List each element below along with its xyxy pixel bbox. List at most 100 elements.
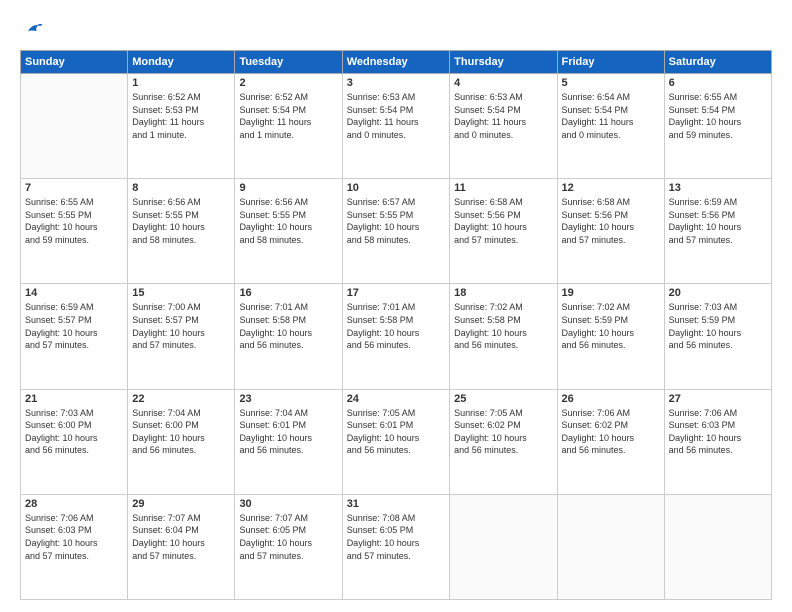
calendar-cell (21, 74, 128, 179)
bird-icon (22, 18, 44, 40)
calendar-cell: 12Sunrise: 6:58 AM Sunset: 5:56 PM Dayli… (557, 179, 664, 284)
calendar-cell: 8 Sunrise: 6:56 AM Sunset: 5:55 PM Daylig… (128, 179, 235, 284)
calendar-cell: 11 Sunrise: 6:58 AM Sunset: 5:56 PM Dayli… (450, 179, 557, 284)
day-info: Sunrise: 6:59 AM Sunset: 5:56 PM Dayligh… (669, 196, 767, 246)
day-info: Sunrise: 7:06 AM Sunset: 6:02 PM Dayligh… (562, 407, 660, 457)
day-header-sunday: Sunday (21, 51, 128, 74)
day-number: 21 (25, 393, 123, 405)
day-number: 14 (25, 287, 123, 299)
calendar-cell: 1 Sunrise: 6:52 AM Sunset: 5:53 PM Daylig… (128, 74, 235, 179)
day-info: Sunrise: 7:05 AM Sunset: 6:02 PM Dayligh… (454, 407, 552, 457)
day-number: 26 (562, 393, 660, 405)
day-number: 15 (132, 287, 230, 299)
header (20, 18, 772, 40)
day-info: Sunrise: 7:08 AM Sunset: 6:05 PM Dayligh… (347, 512, 445, 562)
calendar-week-row: 28 Sunrise: 7:06 AM Sunset: 6:03 PM Dayli… (21, 494, 772, 599)
day-header-thursday: Thursday (450, 51, 557, 74)
day-info: Sunrise: 7:04 AM Sunset: 6:00 PM Dayligh… (132, 407, 230, 457)
day-number: 16 (239, 287, 337, 299)
calendar-cell (557, 494, 664, 599)
calendar-week-row: 14 Sunrise: 6:59 AM Sunset: 5:57 PM Dayli… (21, 284, 772, 389)
calendar-cell: 25 Sunrise: 7:05 AM Sunset: 6:02 PM Dayli… (450, 389, 557, 494)
page: SundayMondayTuesdayWednesdayThursdayFrid… (0, 0, 792, 612)
day-info: Sunrise: 7:00 AM Sunset: 5:57 PM Dayligh… (132, 301, 230, 351)
day-info: Sunrise: 6:59 AM Sunset: 5:57 PM Dayligh… (25, 301, 123, 351)
day-info: Sunrise: 7:07 AM Sunset: 6:04 PM Dayligh… (132, 512, 230, 562)
day-number: 30 (239, 498, 337, 510)
calendar-cell: 29 Sunrise: 7:07 AM Sunset: 6:04 PM Dayli… (128, 494, 235, 599)
calendar-week-row: 21Sunrise: 7:03 AM Sunset: 6:00 PM Dayli… (21, 389, 772, 494)
calendar-cell: 31 Sunrise: 7:08 AM Sunset: 6:05 PM Dayli… (342, 494, 449, 599)
day-number: 31 (347, 498, 445, 510)
day-number: 18 (454, 287, 552, 299)
calendar-cell: 22 Sunrise: 7:04 AM Sunset: 6:00 PM Dayli… (128, 389, 235, 494)
calendar-cell: 27 Sunrise: 7:06 AM Sunset: 6:03 PM Dayli… (664, 389, 771, 494)
day-number: 20 (669, 287, 767, 299)
calendar-cell (450, 494, 557, 599)
day-number: 22 (132, 393, 230, 405)
day-number: 1 (132, 77, 230, 89)
day-number: 24 (347, 393, 445, 405)
day-number: 13 (669, 182, 767, 194)
day-number: 5 (562, 77, 660, 89)
logo (20, 18, 44, 40)
calendar-cell: 2Sunrise: 6:52 AM Sunset: 5:54 PM Daylig… (235, 74, 342, 179)
calendar-cell: 4 Sunrise: 6:53 AM Sunset: 5:54 PM Daylig… (450, 74, 557, 179)
day-info: Sunrise: 6:55 AM Sunset: 5:54 PM Dayligh… (669, 91, 767, 141)
day-header-tuesday: Tuesday (235, 51, 342, 74)
day-info: Sunrise: 6:56 AM Sunset: 5:55 PM Dayligh… (132, 196, 230, 246)
day-number: 23 (239, 393, 337, 405)
calendar-cell: 5Sunrise: 6:54 AM Sunset: 5:54 PM Daylig… (557, 74, 664, 179)
day-info: Sunrise: 7:06 AM Sunset: 6:03 PM Dayligh… (25, 512, 123, 562)
calendar-cell: 24Sunrise: 7:05 AM Sunset: 6:01 PM Dayli… (342, 389, 449, 494)
day-info: Sunrise: 7:01 AM Sunset: 5:58 PM Dayligh… (347, 301, 445, 351)
calendar-cell: 20 Sunrise: 7:03 AM Sunset: 5:59 PM Dayli… (664, 284, 771, 389)
day-number: 9 (239, 182, 337, 194)
day-number: 19 (562, 287, 660, 299)
day-number: 27 (669, 393, 767, 405)
calendar-cell: 19 Sunrise: 7:02 AM Sunset: 5:59 PM Dayli… (557, 284, 664, 389)
calendar-cell: 30 Sunrise: 7:07 AM Sunset: 6:05 PM Dayli… (235, 494, 342, 599)
calendar-cell: 14 Sunrise: 6:59 AM Sunset: 5:57 PM Dayli… (21, 284, 128, 389)
calendar-cell: 10 Sunrise: 6:57 AM Sunset: 5:55 PM Dayli… (342, 179, 449, 284)
day-info: Sunrise: 7:06 AM Sunset: 6:03 PM Dayligh… (669, 407, 767, 457)
day-info: Sunrise: 6:52 AM Sunset: 5:53 PM Dayligh… (132, 91, 230, 141)
day-header-saturday: Saturday (664, 51, 771, 74)
calendar-cell: 26 Sunrise: 7:06 AM Sunset: 6:02 PM Dayli… (557, 389, 664, 494)
day-info: Sunrise: 7:03 AM Sunset: 5:59 PM Dayligh… (669, 301, 767, 351)
calendar-cell: 28 Sunrise: 7:06 AM Sunset: 6:03 PM Dayli… (21, 494, 128, 599)
day-number: 7 (25, 182, 123, 194)
day-info: Sunrise: 7:02 AM Sunset: 5:58 PM Dayligh… (454, 301, 552, 351)
day-header-monday: Monday (128, 51, 235, 74)
calendar-cell: 15 Sunrise: 7:00 AM Sunset: 5:57 PM Dayli… (128, 284, 235, 389)
day-info: Sunrise: 6:55 AM Sunset: 5:55 PM Dayligh… (25, 196, 123, 246)
day-number: 29 (132, 498, 230, 510)
calendar-cell: 9 Sunrise: 6:56 AM Sunset: 5:55 PM Daylig… (235, 179, 342, 284)
day-info: Sunrise: 6:53 AM Sunset: 5:54 PM Dayligh… (454, 91, 552, 141)
calendar-table: SundayMondayTuesdayWednesdayThursdayFrid… (20, 50, 772, 600)
day-number: 3 (347, 77, 445, 89)
day-info: Sunrise: 6:56 AM Sunset: 5:55 PM Dayligh… (239, 196, 337, 246)
day-info: Sunrise: 7:07 AM Sunset: 6:05 PM Dayligh… (239, 512, 337, 562)
day-info: Sunrise: 6:57 AM Sunset: 5:55 PM Dayligh… (347, 196, 445, 246)
calendar-header-row: SundayMondayTuesdayWednesdayThursdayFrid… (21, 51, 772, 74)
calendar-cell: 18 Sunrise: 7:02 AM Sunset: 5:58 PM Dayli… (450, 284, 557, 389)
day-number: 4 (454, 77, 552, 89)
calendar-cell: 23 Sunrise: 7:04 AM Sunset: 6:01 PM Dayli… (235, 389, 342, 494)
day-number: 25 (454, 393, 552, 405)
calendar-week-row: 7 Sunrise: 6:55 AM Sunset: 5:55 PM Daylig… (21, 179, 772, 284)
day-info: Sunrise: 7:02 AM Sunset: 5:59 PM Dayligh… (562, 301, 660, 351)
day-info: Sunrise: 7:04 AM Sunset: 6:01 PM Dayligh… (239, 407, 337, 457)
day-number: 11 (454, 182, 552, 194)
day-header-wednesday: Wednesday (342, 51, 449, 74)
day-number: 28 (25, 498, 123, 510)
calendar-cell: 3 Sunrise: 6:53 AM Sunset: 5:54 PM Daylig… (342, 74, 449, 179)
calendar-cell (664, 494, 771, 599)
calendar-cell: 16Sunrise: 7:01 AM Sunset: 5:58 PM Dayli… (235, 284, 342, 389)
day-info: Sunrise: 6:58 AM Sunset: 5:56 PM Dayligh… (454, 196, 552, 246)
day-info: Sunrise: 6:58 AM Sunset: 5:56 PM Dayligh… (562, 196, 660, 246)
day-info: Sunrise: 6:53 AM Sunset: 5:54 PM Dayligh… (347, 91, 445, 141)
day-number: 8 (132, 182, 230, 194)
day-number: 17 (347, 287, 445, 299)
day-number: 10 (347, 182, 445, 194)
